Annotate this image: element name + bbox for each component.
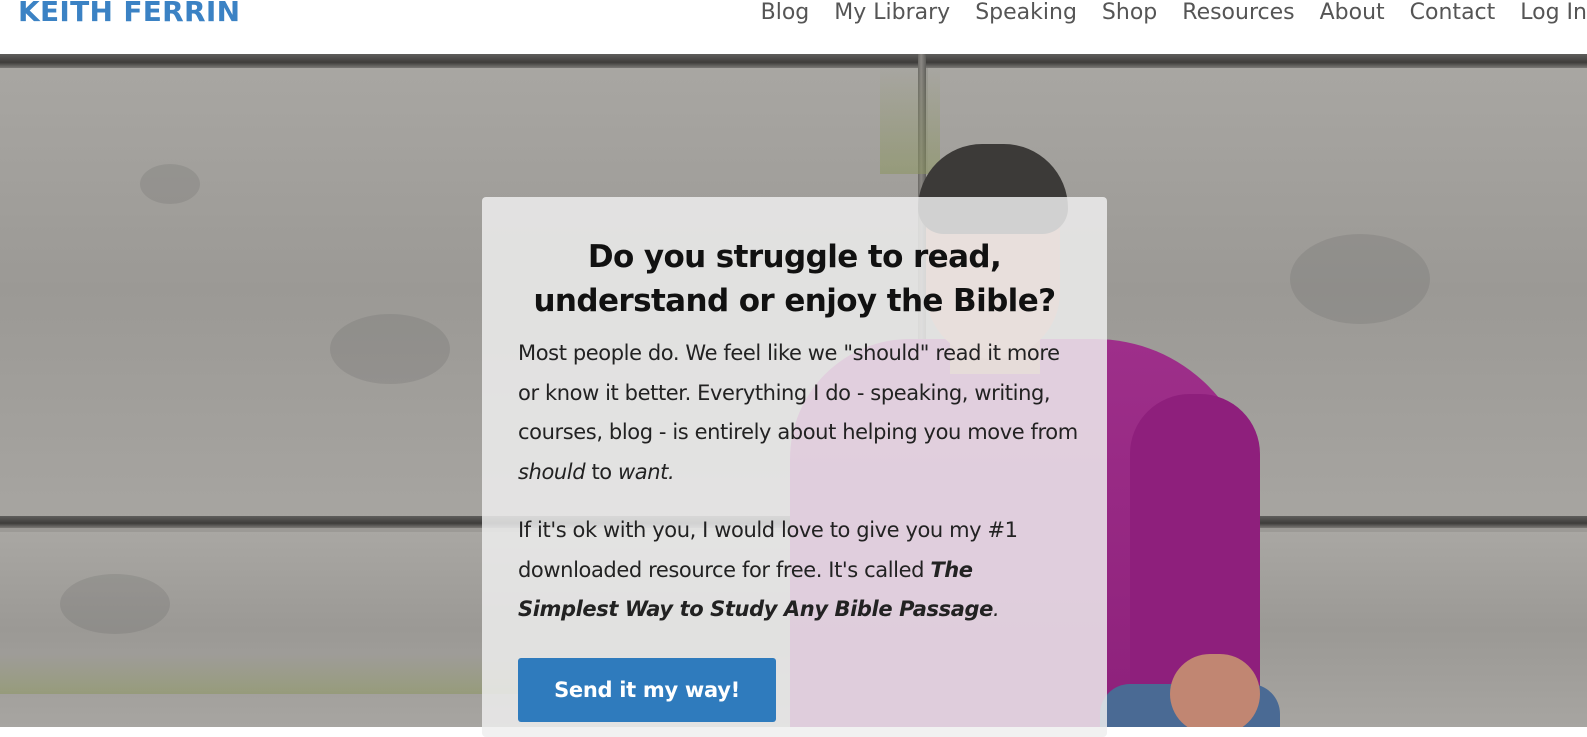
hand (1170, 654, 1260, 727)
nav-shop[interactable]: Shop (1102, 0, 1157, 28)
send-it-button[interactable]: Send it my way! (518, 658, 776, 722)
offer-paragraph: If it's ok with you, I would love to giv… (518, 511, 1078, 630)
nav-resources[interactable]: Resources (1182, 0, 1294, 28)
optin-card: Do you struggle to read, understand or e… (482, 197, 1107, 737)
site-header: KEITH FERRIN Blog My Library Speaking Sh… (0, 0, 1587, 54)
emphasis-should: should (518, 459, 586, 484)
wall-blot (60, 574, 170, 634)
main-nav: Blog My Library Speaking Shop Resources … (761, 0, 1587, 28)
wall-seam (0, 54, 1587, 68)
site-logo[interactable]: KEITH FERRIN (18, 0, 240, 28)
nav-log-in[interactable]: Log In (1520, 0, 1587, 28)
intro-text: Most people do. We feel like we "should"… (518, 341, 1078, 444)
emphasis-want: want. (618, 459, 675, 484)
nav-my-library[interactable]: My Library (834, 0, 950, 28)
offer-end: . (992, 597, 1000, 621)
headline-line-1: Do you struggle to read, (587, 239, 1002, 275)
nav-speaking[interactable]: Speaking (975, 0, 1077, 28)
nav-contact[interactable]: Contact (1410, 0, 1496, 28)
wall-blot (330, 314, 450, 384)
page-title: Do you struggle to read, understand or e… (482, 235, 1107, 323)
moss-stain (0, 654, 520, 694)
nav-blog[interactable]: Blog (761, 0, 810, 28)
headline-line-2: understand or enjoy the Bible? (533, 283, 1056, 319)
wall-blot (1290, 234, 1430, 324)
wall-blot (140, 164, 200, 204)
intro-paragraph: Most people do. We feel like we "should"… (518, 334, 1078, 492)
nav-about[interactable]: About (1320, 0, 1385, 28)
intro-connector: to (585, 459, 619, 484)
